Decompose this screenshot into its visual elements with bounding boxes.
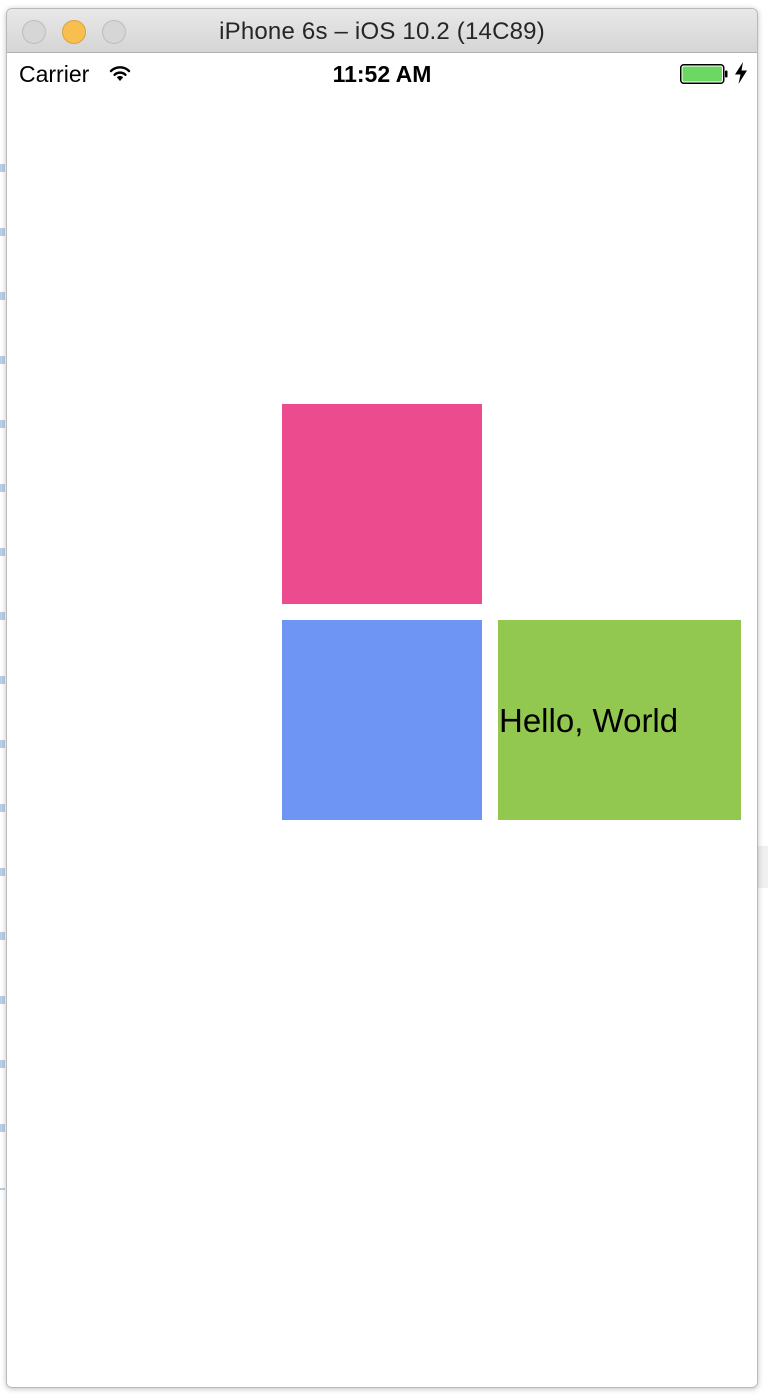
background-window-edge (0, 140, 5, 1190)
status-time: 11:52 AM (332, 61, 432, 87)
blue-box (282, 620, 482, 820)
simulator-window: iPhone 6s – iOS 10.2 (14C89) Carrier 11:… (6, 8, 758, 1388)
pink-box (282, 404, 482, 604)
device-screen[interactable]: Carrier 11:52 AM Hello, World (7, 53, 757, 1387)
window-titlebar[interactable]: iPhone 6s – iOS 10.2 (14C89) (7, 9, 757, 53)
hello-world-label: Hello, World (499, 702, 679, 739)
battery-icon (680, 64, 728, 84)
status-bar: Carrier 11:52 AM (7, 53, 757, 93)
window-title: iPhone 6s – iOS 10.2 (14C89) (219, 18, 545, 45)
charging-bolt-icon (735, 62, 747, 84)
